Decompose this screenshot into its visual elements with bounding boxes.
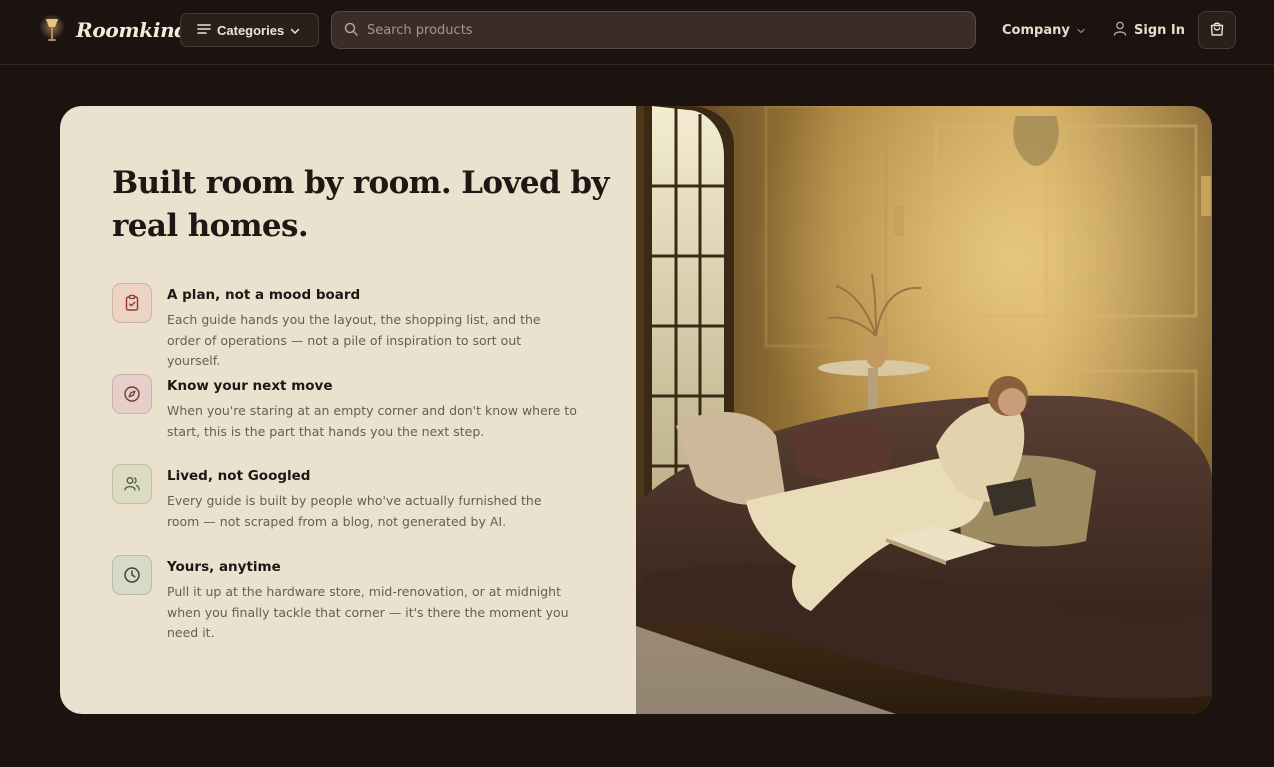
search-icon [344,21,358,40]
living-room-photo [636,106,1212,714]
sign-in-label: Sign In [1134,22,1185,38]
feature-description: Every guide is built by people who've ac… [167,493,542,529]
feature-item-next-move: Know your next move When you're staring … [112,374,592,442]
user-icon [1113,21,1127,40]
why-roomkindle-section: Built room by room. Loved by real homes.… [60,106,1212,714]
clock-icon [112,555,152,595]
feature-title: Yours, anytime [167,559,281,575]
categories-button[interactable]: Categories [180,13,319,47]
clipboard-check-icon [112,283,152,323]
feature-item-anytime: Yours, anytime Pull it up at the hardwar… [112,555,592,644]
feature-description: Pull it up at the hardware store, mid-re… [167,584,569,640]
feature-item-lived: Lived, not Googled Every guide is built … [112,464,592,532]
company-menu[interactable]: Company [1002,20,1085,40]
sign-in-link[interactable]: Sign In [1113,19,1185,41]
company-label: Company [1002,22,1070,38]
shopping-bag-icon [1209,21,1225,40]
search-bar [331,11,976,49]
feature-title: Lived, not Googled [167,468,311,484]
top-nav: Roomkindle Categories Company [0,0,1274,65]
categories-label: Categories [217,22,285,38]
lamp-icon [38,14,66,46]
feature-title: Know your next move [167,378,333,394]
feature-title: A plan, not a mood board [167,287,361,303]
chevron-down-icon [1077,23,1085,38]
feature-item-plan: A plan, not a mood board Each guide hand… [112,283,592,372]
section-headline: Built room by room. Loved by real homes. [112,165,609,244]
compass-icon [112,374,152,414]
feature-description: When you're staring at an empty corner a… [167,403,577,439]
search-input[interactable] [367,22,975,38]
users-icon [112,464,152,504]
chevron-down-icon [290,23,300,38]
feature-description: Each guide hands you the layout, the sho… [167,312,541,368]
features-panel: Built room by room. Loved by real homes.… [60,106,636,714]
menu-icon [197,23,211,38]
cart-button[interactable] [1198,11,1236,49]
